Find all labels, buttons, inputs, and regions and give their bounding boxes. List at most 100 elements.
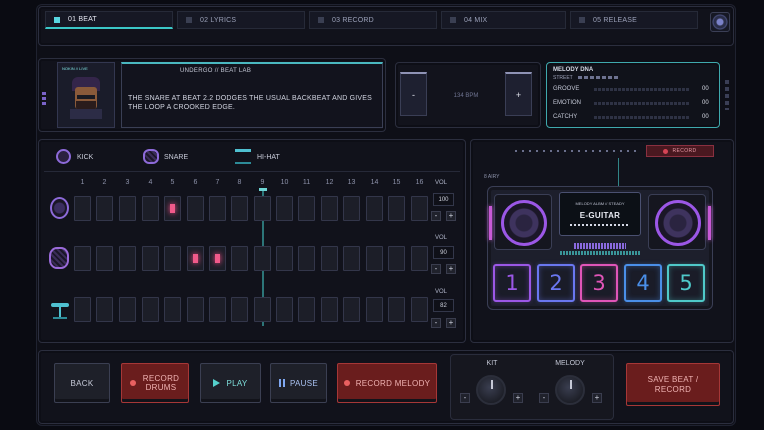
record-tag[interactable]: RECORD — [646, 145, 714, 157]
step-button[interactable] — [74, 246, 91, 271]
step-button[interactable] — [96, 297, 113, 322]
step-button[interactable] — [209, 196, 226, 221]
melody-plus-button[interactable]: + — [592, 393, 602, 403]
step-button[interactable] — [119, 196, 136, 221]
tab-label: 03 RECORD — [332, 16, 374, 24]
step-button[interactable] — [254, 246, 271, 271]
tab-lyrics[interactable]: 02 LYRICS — [177, 11, 305, 29]
knob-pointer-icon — [570, 380, 572, 389]
step-button[interactable] — [142, 297, 159, 322]
step-button[interactable] — [164, 246, 181, 271]
step-button[interactable] — [366, 246, 383, 271]
step-button[interactable] — [74, 297, 91, 322]
step-button[interactable] — [187, 196, 204, 221]
step-button[interactable] — [164, 297, 181, 322]
melody-pad-3[interactable]: 3 — [580, 264, 618, 302]
step-button[interactable] — [96, 246, 113, 271]
step-button[interactable] — [209, 246, 226, 271]
tab-label: 01 BEAT — [68, 16, 97, 23]
step-button[interactable] — [231, 196, 248, 221]
melody-knob[interactable] — [555, 375, 585, 405]
step-button[interactable] — [411, 246, 428, 271]
hihat-vol-plus-button[interactable]: + — [446, 318, 456, 328]
play-button[interactable]: PLAY — [200, 363, 261, 403]
tab-indicator-icon — [450, 17, 456, 23]
record-drums-button[interactable]: RECORD DRUMS — [121, 363, 189, 403]
melody-minus-button[interactable]: - — [539, 393, 549, 403]
save-beat-label: SAVE BEAT / RECORD — [647, 374, 699, 394]
level-meter — [574, 243, 626, 249]
step-button[interactable] — [298, 246, 315, 271]
settings-gear-icon[interactable] — [710, 12, 730, 32]
record-melody-button[interactable]: RECORD MELODY — [337, 363, 437, 403]
step-button[interactable] — [388, 246, 405, 271]
dialogue-title: UNDERGO // BEAT LAB — [180, 68, 252, 74]
step-button[interactable] — [254, 196, 271, 221]
kick-vol-plus-button[interactable]: + — [446, 211, 456, 221]
melody-pad-1[interactable]: 1 — [493, 264, 531, 302]
step-button[interactable] — [164, 196, 181, 221]
step-button[interactable] — [187, 246, 204, 271]
pause-button[interactable]: PAUSE — [270, 363, 327, 403]
step-button[interactable] — [321, 196, 338, 221]
step-button[interactable] — [276, 297, 293, 322]
step-button[interactable] — [366, 196, 383, 221]
step-button[interactable] — [119, 246, 136, 271]
step-button[interactable] — [276, 196, 293, 221]
step-button[interactable] — [119, 297, 136, 322]
step-number: 2 — [102, 179, 107, 186]
tab-release[interactable]: 05 RELEASE — [570, 11, 698, 29]
step-button[interactable] — [276, 246, 293, 271]
step-button[interactable] — [209, 297, 226, 322]
side-lights — [42, 92, 46, 106]
melody-pad-2[interactable]: 2 — [537, 264, 575, 302]
step-button[interactable] — [411, 297, 428, 322]
step-button[interactable] — [142, 196, 159, 221]
step-number: 5 — [170, 179, 175, 186]
avatar-badge: NOKIN // LIVE — [62, 66, 88, 71]
step-button[interactable] — [411, 196, 428, 221]
step-button[interactable] — [321, 297, 338, 322]
dna-value-catchy: 00 — [702, 114, 709, 120]
kick-vol-minus-button[interactable]: - — [431, 211, 441, 221]
melody-pad-5[interactable]: 5 — [667, 264, 705, 302]
right-speaker-light — [708, 206, 711, 240]
kit-plus-button[interactable]: + — [513, 393, 523, 403]
step-button[interactable] — [343, 297, 360, 322]
dna-bar-groove — [594, 88, 689, 91]
tab-mix[interactable]: 04 MIX — [441, 11, 566, 29]
save-beat-button[interactable]: SAVE BEAT / RECORD — [626, 363, 720, 406]
right-speaker-icon — [648, 194, 706, 250]
tempo-plus-button[interactable]: + — [505, 72, 532, 116]
snare-vol-minus-button[interactable]: - — [431, 264, 441, 274]
step-button[interactable] — [298, 297, 315, 322]
kit-knob[interactable] — [476, 375, 506, 405]
instrument-meter — [570, 224, 630, 226]
step-button[interactable] — [96, 196, 113, 221]
step-button[interactable] — [187, 297, 204, 322]
tab-indicator-icon — [186, 17, 192, 23]
step-button[interactable] — [298, 196, 315, 221]
dialogue-text: THE SNARE AT BEAT 2.2 DODGES THE USUAL B… — [128, 95, 373, 111]
play-label: PLAY — [226, 378, 248, 388]
tempo-minus-button[interactable]: - — [400, 72, 427, 116]
tab-record[interactable]: 03 RECORD — [309, 11, 437, 29]
melody-pad-4[interactable]: 4 — [624, 264, 662, 302]
step-button[interactable] — [231, 246, 248, 271]
step-button[interactable] — [231, 297, 248, 322]
back-button[interactable]: BACK — [54, 363, 110, 403]
step-button[interactable] — [321, 246, 338, 271]
step-button[interactable] — [74, 196, 91, 221]
snare-vol-plus-button[interactable]: + — [446, 264, 456, 274]
step-button[interactable] — [388, 297, 405, 322]
step-number: 9 — [260, 179, 265, 186]
tab-beat[interactable]: 01 BEAT — [45, 11, 173, 29]
hihat-vol-minus-button[interactable]: - — [431, 318, 441, 328]
step-button[interactable] — [388, 196, 405, 221]
kit-minus-button[interactable]: - — [460, 393, 470, 403]
step-button[interactable] — [366, 297, 383, 322]
step-button[interactable] — [142, 246, 159, 271]
step-button[interactable] — [343, 196, 360, 221]
step-button[interactable] — [343, 246, 360, 271]
step-button[interactable] — [254, 297, 271, 322]
